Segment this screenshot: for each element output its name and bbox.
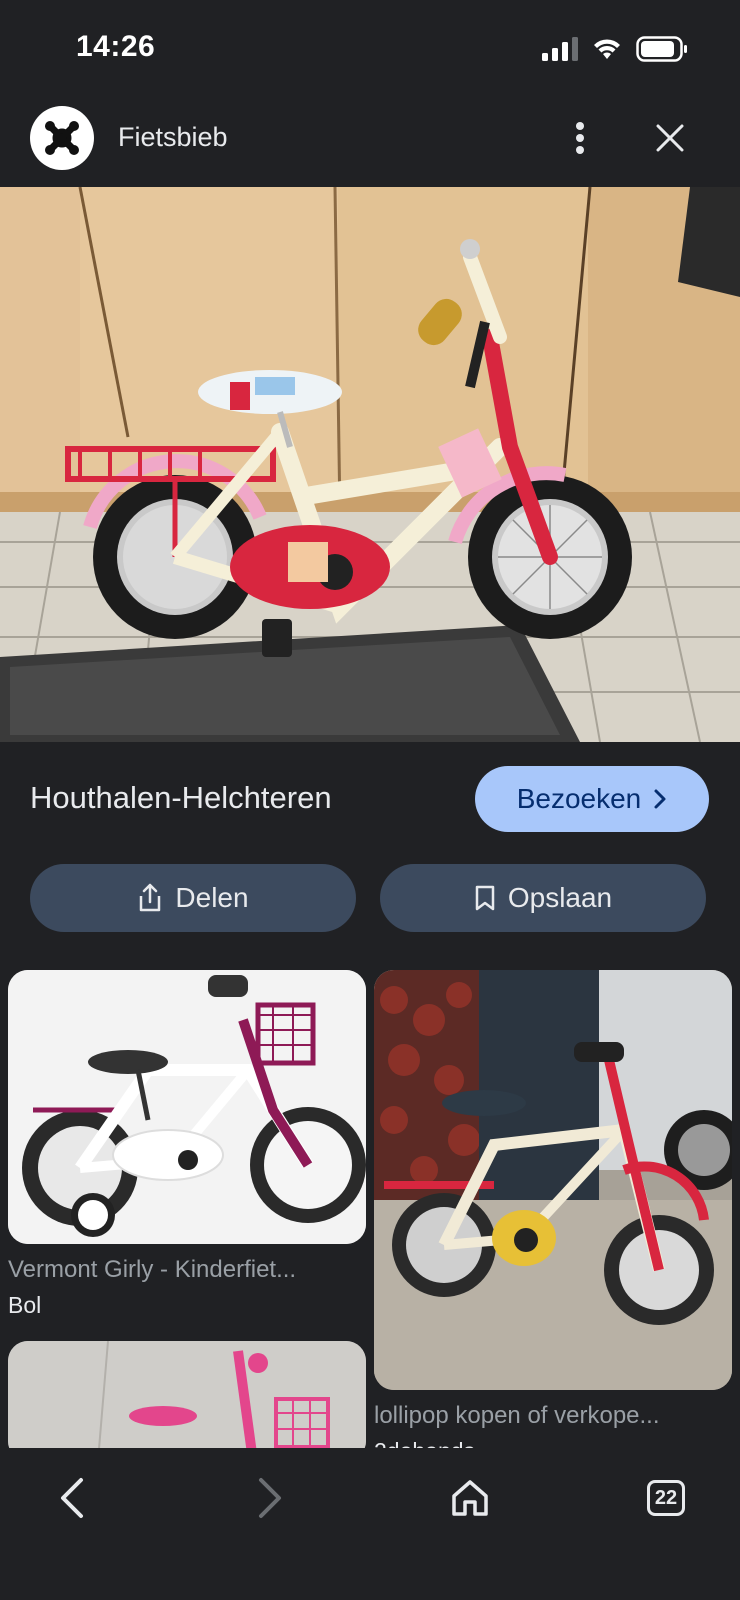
chevron-right-icon [654, 789, 666, 809]
forward-button[interactable] [240, 1468, 300, 1528]
result-thumbnail[interactable] [374, 970, 732, 1390]
result-card[interactable]: Vermont Girly - Kinderfiet... Bol [8, 970, 366, 1461]
result-thumbnail[interactable] [8, 1341, 366, 1461]
bike-photo [0, 187, 740, 742]
tabs-button[interactable]: 22 [636, 1468, 696, 1528]
share-icon [140, 883, 161, 912]
battery-icon [636, 36, 687, 62]
viewer-header: Fietsbieb [0, 98, 740, 186]
bike-thumbnail [374, 970, 732, 1390]
browser-toolbar: 22 [0, 1448, 740, 1600]
result-title[interactable]: lollipop kopen of verkope... [374, 1402, 714, 1430]
bookmark-icon [475, 885, 495, 911]
tabs-icon: 22 [647, 1480, 685, 1516]
visit-label: Bezoeken [516, 783, 642, 814]
back-button[interactable] [42, 1468, 102, 1528]
tabs-count: 22 [654, 1486, 678, 1509]
status-bar: 14:26 [0, 0, 740, 98]
share-label: Delen [175, 882, 249, 913]
main-image[interactable] [0, 187, 740, 742]
more-vert-icon [576, 122, 584, 154]
site-logo[interactable] [30, 106, 94, 170]
bike-thumbnail [8, 1341, 366, 1461]
result-source: Bol [8, 1292, 42, 1318]
save-button[interactable]: Opslaan [380, 864, 706, 932]
close-button[interactable] [650, 118, 690, 158]
result-thumbnail[interactable] [8, 970, 366, 1244]
visit-button[interactable]: Bezoeken [475, 766, 709, 832]
signal-icon [542, 37, 578, 61]
status-icons [542, 36, 688, 62]
site-name[interactable]: Fietsbieb [118, 122, 228, 153]
share-button[interactable]: Delen [30, 864, 356, 932]
home-button[interactable] [440, 1468, 500, 1528]
site-logo-icon [45, 121, 79, 155]
back-icon [61, 1478, 83, 1518]
bike-thumbnail [8, 970, 366, 1244]
result-title[interactable]: Vermont Girly - Kinderfiet... [8, 1256, 348, 1284]
more-options-button[interactable] [562, 118, 598, 158]
forward-icon [259, 1478, 281, 1518]
home-icon [452, 1480, 488, 1516]
wifi-icon [594, 39, 620, 59]
save-label: Opslaan [507, 882, 613, 913]
close-icon [656, 124, 684, 152]
result-card[interactable]: lollipop kopen of verkope... 2dehands [374, 970, 732, 1465]
status-time: 14:26 [76, 30, 156, 63]
image-location: Houthalen-Helchteren [30, 780, 332, 815]
